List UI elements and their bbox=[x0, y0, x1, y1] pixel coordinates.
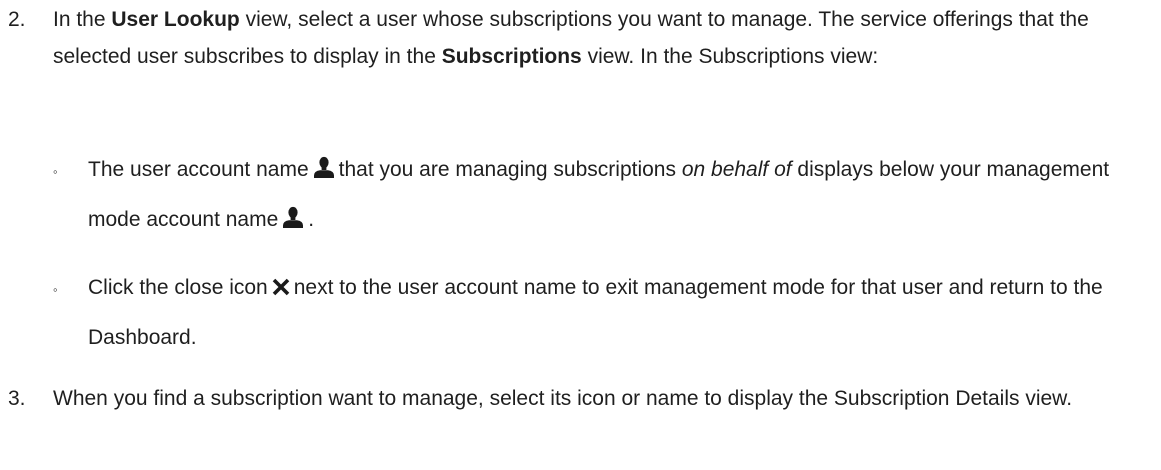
step-number: 3. bbox=[8, 387, 26, 410]
close-icon bbox=[272, 278, 290, 296]
user-lookup-term: User Lookup bbox=[111, 8, 240, 31]
step-number: 2. bbox=[8, 8, 26, 31]
document: 2. In the User Lookup view, select a use… bbox=[0, 0, 1161, 470]
bullet-text-segment: Click the close icon bbox=[88, 276, 268, 299]
bullet-text-segment: The user account name bbox=[88, 158, 309, 181]
bullet-text-segment: . bbox=[308, 208, 315, 231]
step-text: In the User Lookup view, select a user w… bbox=[53, 1, 1113, 75]
bullet-mark: ◦ bbox=[53, 164, 58, 179]
user-icon bbox=[282, 206, 304, 228]
bullet-text: Click the close icon next to the user acc… bbox=[88, 263, 1138, 363]
on-behalf-of-term: on behalf of bbox=[681, 158, 792, 181]
step-text: When you find a subscription want to man… bbox=[53, 380, 1113, 417]
bullet-text-segment: that you are managing subscriptions bbox=[338, 158, 682, 181]
step-text-segment: view. In the Subscriptions view: bbox=[581, 45, 879, 68]
step-text-segment: In the bbox=[53, 8, 112, 31]
bullet-text: The user account name that you are managi… bbox=[88, 145, 1138, 245]
subscriptions-term: Subscriptions bbox=[441, 45, 582, 68]
user-icon bbox=[313, 156, 335, 178]
step-text-segment: When you find a subscription want to man… bbox=[53, 387, 1073, 410]
bullet-mark: ◦ bbox=[53, 282, 58, 297]
